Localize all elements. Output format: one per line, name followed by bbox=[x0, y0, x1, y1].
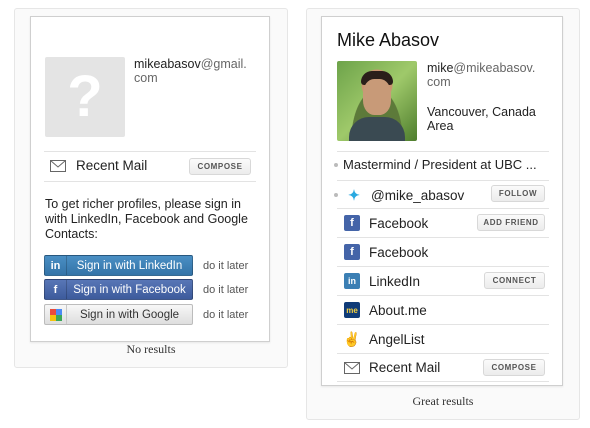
twitter-handle: @mike_abasov bbox=[371, 187, 465, 203]
aboutme-label: About.me bbox=[369, 302, 427, 318]
left-caption: No results bbox=[126, 342, 176, 356]
question-mark-icon: ? bbox=[67, 64, 103, 129]
divider bbox=[337, 324, 549, 325]
angellist-icon: ✌ bbox=[343, 330, 361, 347]
google-signin-label: Sign in with Google bbox=[79, 308, 180, 321]
email-user: mike bbox=[427, 61, 454, 75]
divider bbox=[337, 208, 549, 209]
facebook-icon: f bbox=[344, 244, 360, 260]
envelope-icon bbox=[50, 159, 66, 172]
linkedin-label: LinkedIn bbox=[369, 273, 421, 289]
compose-button[interactable]: COMPOSE bbox=[189, 158, 251, 175]
facebook-row-2[interactable]: f Facebook bbox=[344, 244, 428, 260]
facebook-icon: f bbox=[45, 280, 67, 299]
google-later-link[interactable]: do it later bbox=[203, 309, 248, 321]
location: Vancouver, Canada Area bbox=[427, 105, 536, 133]
connect-button[interactable]: CONNECT bbox=[484, 272, 545, 289]
linkedin-icon: in bbox=[344, 273, 360, 289]
google-icon bbox=[45, 305, 67, 324]
recent-mail-label: Recent Mail bbox=[76, 158, 148, 173]
profile-name: Mike Abasov bbox=[337, 30, 440, 50]
right-caption: Great results bbox=[412, 394, 474, 408]
divider bbox=[337, 266, 549, 267]
location-line1: Vancouver, Canada bbox=[427, 105, 536, 119]
job-title-row: Mastermind / President at UBC ... bbox=[343, 157, 537, 172]
email-domain: @mikeabasov. bbox=[453, 61, 536, 75]
angellist-row[interactable]: ✌ AngelList bbox=[343, 330, 425, 347]
email-address[interactable]: mike@mikeabasov. com bbox=[427, 61, 557, 89]
job-title: Mastermind / President at UBC ... bbox=[343, 157, 537, 172]
aboutme-row[interactable]: me About.me bbox=[344, 302, 427, 318]
linkedin-row[interactable]: in LinkedIn bbox=[344, 273, 420, 289]
email-domain: @gmail. bbox=[200, 57, 247, 71]
recent-mail-row[interactable]: Recent Mail bbox=[50, 158, 147, 173]
recent-mail-label: Recent Mail bbox=[369, 360, 441, 375]
divider bbox=[337, 151, 549, 152]
linkedin-signin-button[interactable]: in Sign in with LinkedIn bbox=[44, 255, 193, 276]
divider bbox=[337, 353, 549, 354]
linkedin-later-link[interactable]: do it later bbox=[203, 260, 248, 272]
email-user: mikeabasov bbox=[134, 57, 201, 71]
email-tld: com bbox=[427, 75, 451, 89]
photo-shirt bbox=[349, 117, 405, 141]
divider bbox=[337, 237, 549, 238]
avatar-placeholder: ? bbox=[45, 57, 125, 137]
facebook-label: Facebook bbox=[369, 215, 429, 231]
recent-mail-row[interactable]: Recent Mail bbox=[344, 360, 440, 375]
linkedin-signin-label: Sign in with LinkedIn bbox=[76, 259, 183, 272]
signin-prompt: To get richer profiles, please sign in w… bbox=[45, 197, 248, 241]
divider bbox=[44, 181, 256, 182]
divider bbox=[337, 180, 549, 181]
facebook-later-link[interactable]: do it later bbox=[203, 284, 248, 296]
right-profile-panel: Mike Abasov mike@mikeabasov. com Vancouv… bbox=[321, 16, 563, 386]
photo-face bbox=[363, 79, 391, 115]
facebook-signin-label: Sign in with Facebook bbox=[73, 283, 186, 296]
add-friend-button[interactable]: ADD FRIEND bbox=[477, 214, 545, 231]
profile-photo bbox=[337, 61, 417, 141]
divider bbox=[44, 151, 256, 152]
linkedin-icon: in bbox=[45, 256, 67, 275]
google-signin-button[interactable]: Sign in with Google bbox=[44, 304, 193, 325]
envelope-icon bbox=[344, 361, 360, 374]
facebook-row-1[interactable]: f Facebook bbox=[344, 215, 428, 231]
compose-button[interactable]: COMPOSE bbox=[483, 359, 545, 376]
location-line2: Area bbox=[427, 119, 454, 133]
divider bbox=[337, 295, 549, 296]
facebook-label: Facebook bbox=[369, 244, 429, 260]
divider bbox=[337, 381, 549, 382]
bullet-dot bbox=[334, 163, 338, 167]
email-address[interactable]: mikeabasov@gmail. com bbox=[134, 57, 259, 85]
email-tld: com bbox=[134, 71, 158, 85]
bullet-dot bbox=[334, 193, 338, 197]
follow-button[interactable]: FOLLOW bbox=[491, 185, 545, 202]
angellist-label: AngelList bbox=[369, 331, 425, 347]
left-profile-panel: ? mikeabasov@gmail. com Recent Mail COMP… bbox=[30, 16, 270, 342]
twitter-row[interactable]: ✦ @mike_abasov bbox=[346, 187, 464, 203]
facebook-icon: f bbox=[344, 215, 360, 231]
twitter-icon: ✦ bbox=[348, 186, 360, 203]
facebook-signin-button[interactable]: f Sign in with Facebook bbox=[44, 279, 193, 300]
aboutme-icon: me bbox=[344, 302, 360, 318]
